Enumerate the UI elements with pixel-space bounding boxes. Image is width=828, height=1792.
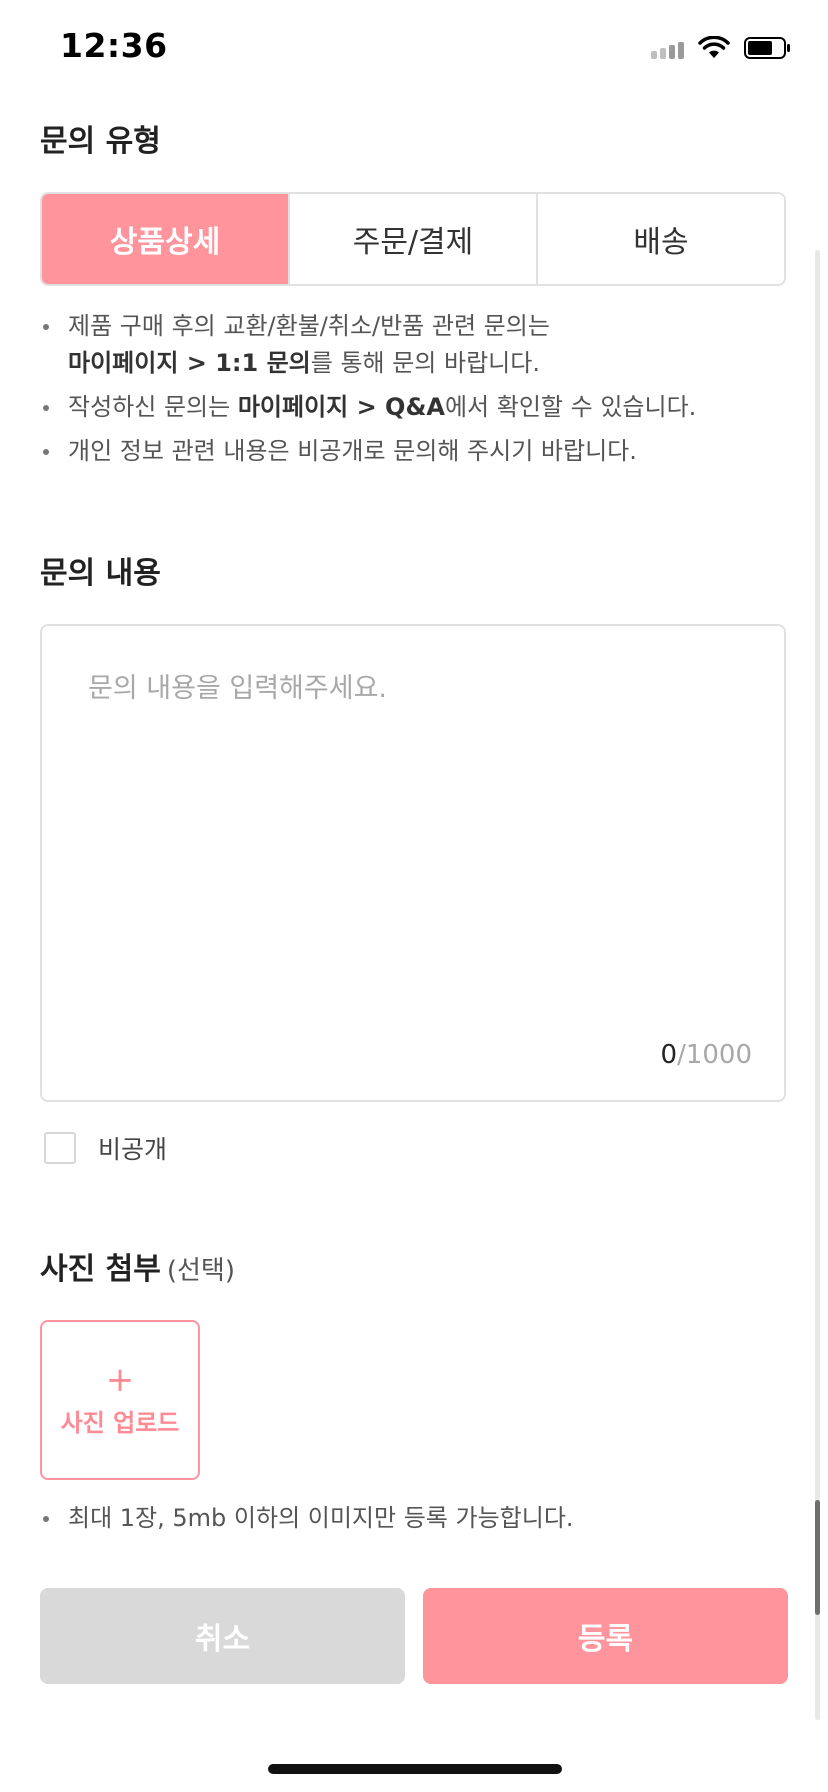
submit-button[interactable]: 등록	[423, 1588, 788, 1684]
note-text: 제품 구매 후의 교환/환불/취소/반품 관련 문의는	[68, 312, 550, 340]
char-counter: 0/1000	[661, 1040, 752, 1070]
inquiry-content-box: 0/1000	[40, 624, 786, 1102]
note-qna-location: 작성하신 문의는 마이페이지 > Q&A에서 확인할 수 있습니다.	[40, 389, 800, 426]
private-label: 비공개	[98, 1135, 168, 1164]
photo-attach-title: 사진 첨부 (선택)	[40, 1244, 235, 1288]
note-text: 개인 정보 관련 내용은 비공개로 문의해 주시기 바랍니다.	[68, 437, 637, 465]
note-text: 작성하신 문의는	[68, 393, 238, 421]
note-privacy: 개인 정보 관련 내용은 비공개로 문의해 주시기 바랍니다.	[40, 433, 800, 470]
note-text: 를 통해 문의 바랍니다.	[310, 349, 540, 377]
home-indicator[interactable]	[268, 1764, 562, 1774]
battery-icon	[744, 37, 790, 59]
note-bold-link: 마이페이지 > Q&A	[237, 393, 445, 421]
photo-attach-title-text: 사진 첨부	[40, 1252, 161, 1287]
tab-product-detail[interactable]: 상품상세	[42, 194, 288, 284]
scrollbar-thumb[interactable]	[815, 1500, 820, 1615]
char-count-current: 0	[660, 1040, 678, 1070]
signal-icon	[651, 37, 684, 59]
note-bold-link: 마이페이지 > 1:1 문의	[68, 349, 311, 377]
inquiry-type-notes: 제품 구매 후의 교환/환불/취소/반품 관련 문의는 마이페이지 > 1:1 …	[40, 308, 800, 477]
note-text: 최대 1장, 5mb 이하의 이미지만 등록 가능합니다.	[68, 1504, 574, 1532]
inquiry-type-tabs: 상품상세 주문/결제 배송	[40, 192, 786, 286]
inquiry-content-title: 문의 내용	[40, 556, 161, 591]
note-exchange-refund: 제품 구매 후의 교환/환불/취소/반품 관련 문의는 마이페이지 > 1:1 …	[40, 308, 800, 382]
status-bar: 12:36	[0, 0, 828, 100]
checkbox-icon[interactable]	[44, 1132, 76, 1164]
private-toggle[interactable]: 비공개	[44, 1130, 167, 1166]
photo-attach-optional: (선택)	[166, 1256, 235, 1286]
status-icons	[651, 36, 792, 60]
inquiry-content-input[interactable]	[88, 666, 738, 1006]
note-photo-limit: 최대 1장, 5mb 이하의 이미지만 등록 가능합니다.	[40, 1500, 800, 1537]
note-text: 에서 확인할 수 있습니다.	[444, 393, 697, 421]
inquiry-type-title: 문의 유형	[40, 124, 161, 159]
tab-shipping[interactable]: 배송	[536, 194, 784, 284]
char-count-max: /1000	[677, 1040, 752, 1070]
photo-upload-label: 사진 업로드	[60, 1408, 180, 1437]
status-time: 12:36	[60, 26, 168, 65]
photo-upload-button[interactable]: + 사진 업로드	[40, 1320, 200, 1480]
cancel-button[interactable]: 취소	[40, 1588, 405, 1684]
plus-icon: +	[105, 1359, 135, 1400]
wifi-icon	[698, 36, 730, 58]
photo-notes: 최대 1장, 5mb 이하의 이미지만 등록 가능합니다.	[40, 1500, 800, 1544]
tab-order-payment[interactable]: 주문/결제	[288, 194, 536, 284]
